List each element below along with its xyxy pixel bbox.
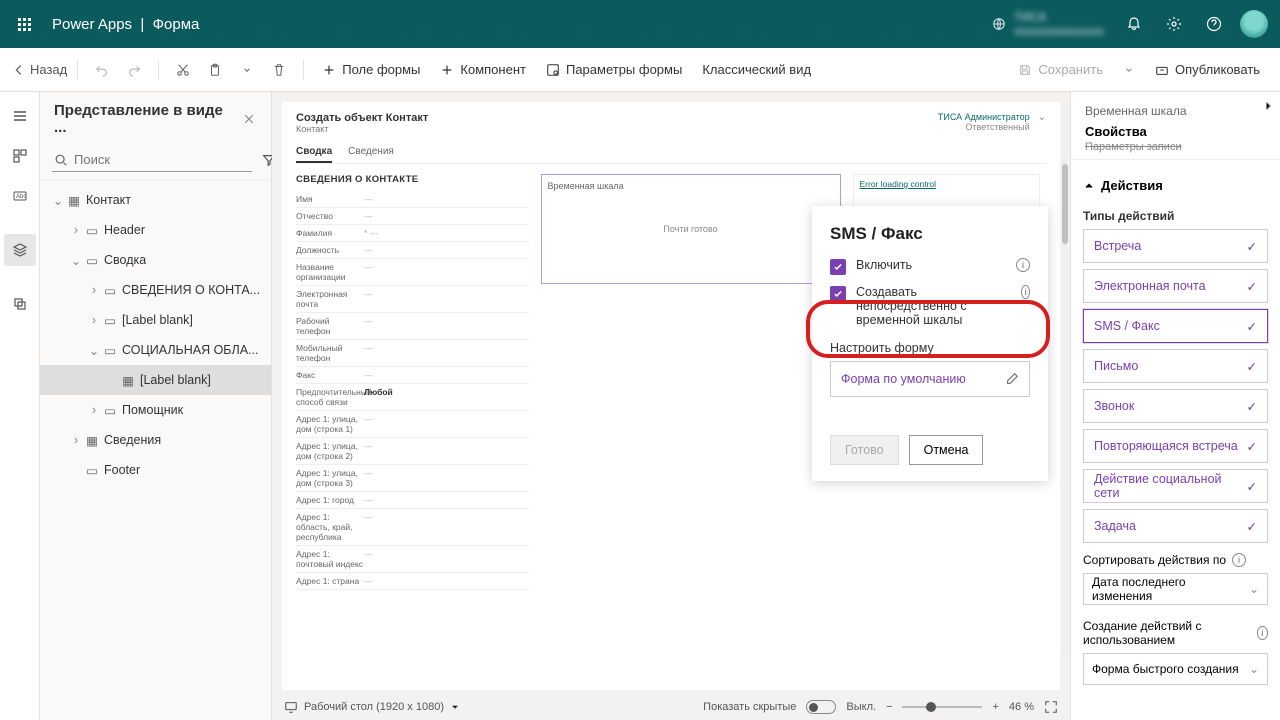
zoom-in-icon[interactable]: + — [992, 701, 998, 713]
tree-view-icon[interactable] — [4, 234, 36, 266]
form-title: Создать объект Контакт — [296, 112, 938, 124]
add-form-field-button[interactable]: Поле формы — [314, 54, 428, 86]
classic-view-button[interactable]: Классический вид — [694, 54, 819, 86]
action-call[interactable]: Звонок✓ — [1083, 389, 1268, 423]
enable-checkbox[interactable] — [830, 259, 846, 275]
status-bar: Рабочий стол (1920 x 1080) Показать скры… — [284, 694, 1058, 720]
info-icon[interactable]: i — [1232, 553, 1246, 567]
sms-fax-popup: SMS / Факс Включить i Создавать непосред… — [812, 206, 1048, 481]
collapse-icon[interactable] — [1262, 100, 1274, 112]
chevron-down-icon[interactable]: ⌄ — [1038, 112, 1046, 123]
tree-node-label-blank-1[interactable]: ›▭[Label blank] — [40, 305, 271, 335]
zoom-slider[interactable] — [902, 706, 982, 708]
action-social[interactable]: Действие социальной сети✓ — [1083, 469, 1268, 503]
tree-panel: Представление в виде ... ⌄▦Контакт ›▭Hea… — [40, 92, 272, 720]
info-icon[interactable]: i — [1016, 258, 1030, 272]
action-letter[interactable]: Письмо✓ — [1083, 349, 1268, 383]
cut-icon[interactable] — [169, 56, 197, 84]
tree-node-contact[interactable]: ⌄▦Контакт — [40, 185, 271, 215]
undo-icon[interactable] — [88, 56, 116, 84]
search-input[interactable] — [52, 148, 252, 172]
tree-title: Представление в виде ... — [54, 102, 239, 136]
left-rail: Abc — [0, 92, 40, 720]
show-hidden-toggle[interactable] — [806, 700, 836, 714]
bell-icon[interactable] — [1116, 0, 1152, 48]
action-recurring[interactable]: Повторяющаяся встреча✓ — [1083, 429, 1268, 463]
zoom-out-icon[interactable]: − — [886, 701, 892, 713]
tab-summary[interactable]: Сводка — [296, 142, 332, 163]
back-button[interactable]: Назад — [12, 62, 67, 77]
form-owner[interactable]: ТИСА Администратор Ответственный — [938, 112, 1030, 132]
tree-node-contact-info[interactable]: ›▭СВЕДЕНИЯ О КОНТА... — [40, 275, 271, 305]
tree-node-label-blank-2[interactable]: ▦[Label blank] — [40, 365, 271, 395]
publish-button[interactable]: Опубликовать — [1147, 54, 1268, 86]
timeline-control[interactable]: Временная шкала Почти готово — [541, 174, 841, 284]
sort-select[interactable]: Дата последнего изменения⌄ — [1083, 573, 1268, 605]
fit-icon[interactable] — [1044, 700, 1058, 714]
actions-section-header[interactable]: Действия — [1083, 168, 1268, 201]
action-sms[interactable]: SMS / Факс✓ — [1083, 309, 1268, 343]
tree-node-footer[interactable]: ▭Footer — [40, 455, 271, 485]
tree-node-header[interactable]: ›▭Header — [40, 215, 271, 245]
tree-node-summary[interactable]: ⌄▭Сводка — [40, 245, 271, 275]
command-bar: Назад Поле формы Компонент Параметры фор… — [0, 48, 1280, 92]
create-direct-checkbox[interactable] — [830, 286, 846, 302]
save-button[interactable]: Сохранить — [1010, 54, 1111, 86]
viewport-selector[interactable]: Рабочий стол (1920 x 1080) — [284, 700, 460, 714]
abc-icon[interactable]: Abc — [4, 180, 36, 212]
environment-picker[interactable]: ТИСАxxxxxxxxxxxxxxx — [992, 10, 1104, 38]
delete-icon[interactable] — [265, 56, 293, 84]
add-component-button[interactable]: Компонент — [432, 54, 534, 86]
components-icon[interactable] — [4, 140, 36, 172]
cancel-button[interactable]: Отмена — [909, 435, 984, 465]
paste-chevron-icon[interactable] — [233, 56, 261, 84]
svg-text:Abc: Abc — [16, 194, 26, 200]
default-form-select[interactable]: Форма по умолчанию — [830, 361, 1030, 397]
action-email[interactable]: Электронная почта✓ — [1083, 269, 1268, 303]
property-panel: Временная шкала Свойства Параметры запис… — [1070, 92, 1280, 720]
save-chevron-icon[interactable] — [1115, 56, 1143, 84]
waffle-icon[interactable] — [8, 0, 40, 48]
info-icon[interactable]: i — [1021, 285, 1030, 299]
library-icon[interactable] — [4, 288, 36, 320]
app-title: Power Apps | Форма — [52, 16, 199, 33]
canvas-scrollbar[interactable] — [1062, 104, 1068, 654]
close-icon[interactable] — [239, 109, 259, 129]
tree-node-social[interactable]: ⌄▭СОЦИАЛЬНАЯ ОБЛА... — [40, 335, 271, 365]
action-meeting[interactable]: Встреча✓ — [1083, 229, 1268, 263]
form-params-button[interactable]: Параметры формы — [538, 54, 690, 86]
action-task[interactable]: Задача✓ — [1083, 509, 1268, 543]
app-header: Power Apps | Форма ТИСАxxxxxxxxxxxxxxx — [0, 0, 1280, 48]
tab-details[interactable]: Сведения — [348, 142, 394, 163]
help-icon[interactable] — [1196, 0, 1232, 48]
info-icon[interactable]: i — [1257, 626, 1268, 640]
done-button: Готово — [830, 435, 899, 465]
popup-title: SMS / Факс — [830, 224, 1030, 244]
tree-node-helper[interactable]: ›▭Помощник — [40, 395, 271, 425]
settings-icon[interactable] — [1156, 0, 1192, 48]
redo-icon[interactable] — [120, 56, 148, 84]
user-avatar[interactable] — [1236, 0, 1272, 48]
hamburger-icon[interactable] — [4, 100, 36, 132]
paste-icon[interactable] — [201, 56, 229, 84]
create-with-select[interactable]: Форма быстрого создания⌄ — [1083, 653, 1268, 685]
tree-node-details[interactable]: ›▦Сведения — [40, 425, 271, 455]
